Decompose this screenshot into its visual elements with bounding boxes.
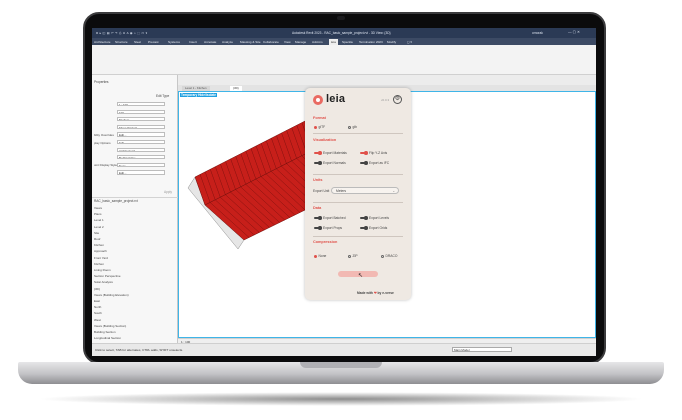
divider	[313, 202, 403, 203]
active-model-select[interactable]: Main Model	[452, 347, 512, 352]
laptop-opening-notch	[300, 362, 382, 368]
divider	[313, 174, 403, 175]
laptop-shadow	[36, 392, 646, 406]
radio-icon[interactable]	[348, 125, 351, 129]
toggle-option[interactable]: Export Levels	[360, 216, 389, 220]
toggle-switch-icon[interactable]	[314, 216, 322, 220]
toggle-label: Export as IFC	[369, 161, 390, 165]
visualization-title: Visualization	[313, 138, 337, 142]
export-unit-select[interactable]: Meters ⌄	[331, 187, 399, 194]
radio-option[interactable]: glTF	[314, 125, 325, 129]
toggle-label: Export Batched	[323, 216, 346, 220]
leia-version: v0.0.3	[381, 98, 390, 102]
radio-icon[interactable]	[314, 125, 317, 129]
heart-icon: ❤	[373, 291, 377, 295]
made-with-label: Made with	[357, 291, 373, 295]
radio-option[interactable]: DRACO	[381, 254, 397, 258]
settings-icon[interactable]: ⚙	[393, 95, 402, 104]
leia-brand: leia	[326, 93, 346, 105]
format-title: Format	[313, 116, 326, 120]
compression-title: Compression	[313, 240, 338, 244]
toggle-switch-icon[interactable]	[360, 151, 368, 155]
leia-export-panel: leia v0.0.3 ⚙ Format glTF glb Visualizati…	[305, 88, 411, 300]
toggle-option[interactable]: Export Normals	[314, 161, 346, 165]
radio-option[interactable]: ZIP	[348, 254, 358, 258]
mouse-cursor-icon: ↖	[358, 273, 364, 279]
by-label: by e-verse	[377, 291, 394, 295]
export-unit-label: Export Unit	[313, 189, 330, 193]
units-title: Units	[313, 178, 323, 182]
radio-option[interactable]: glb	[348, 125, 357, 129]
toggle-option[interactable]: Export Props	[314, 226, 342, 230]
toggle-label: Export Levels	[369, 216, 389, 220]
toggle-label: Export Materials	[323, 151, 347, 155]
toggle-switch-icon[interactable]	[360, 226, 368, 230]
toggle-option[interactable]: Export Grids	[360, 226, 387, 230]
toggle-option[interactable]: Export Batched	[314, 216, 346, 220]
toggle-option[interactable]: Export as IFC	[360, 161, 389, 165]
made-with-footer: Made with ❤ by e-verse	[357, 291, 394, 295]
radio-option[interactable]: None	[314, 254, 326, 258]
radio-label: DRACO	[385, 254, 398, 258]
radio-icon[interactable]	[348, 254, 351, 258]
status-bar: Click to select, TAB for alternates, CTR…	[92, 343, 596, 356]
radio-label: None	[318, 254, 327, 258]
toggle-label: Export Normals	[323, 161, 346, 165]
toggle-switch-icon[interactable]	[314, 151, 322, 155]
toggle-label: Export Grids	[369, 226, 388, 230]
toggle-label: Flip Y-Z Axis	[369, 151, 388, 155]
toggle-label: Export Props	[323, 226, 343, 230]
toggle-switch-icon[interactable]	[314, 226, 322, 230]
radio-label: glTF	[318, 125, 326, 129]
toggle-switch-icon[interactable]	[314, 161, 322, 165]
toggle-option[interactable]: Export Materials	[314, 151, 347, 155]
toggle-switch-icon[interactable]	[360, 161, 368, 165]
status-hint: Click to select, TAB for alternates, CTR…	[95, 348, 184, 352]
chevron-down-icon: ⌄	[392, 189, 395, 193]
toggle-switch-icon[interactable]	[360, 216, 368, 220]
data-title: Data	[313, 206, 322, 210]
export-unit-value: Meters	[336, 189, 347, 193]
toggle-option[interactable]: Flip Y-Z Axis	[360, 151, 387, 155]
divider	[313, 133, 403, 134]
radio-icon[interactable]	[314, 254, 317, 258]
laptop-camera	[337, 16, 345, 20]
radio-icon[interactable]	[381, 254, 384, 258]
divider	[313, 236, 403, 237]
leia-logo-icon	[313, 95, 323, 105]
radio-label: glb	[352, 125, 357, 129]
radio-label: ZIP	[352, 254, 358, 258]
